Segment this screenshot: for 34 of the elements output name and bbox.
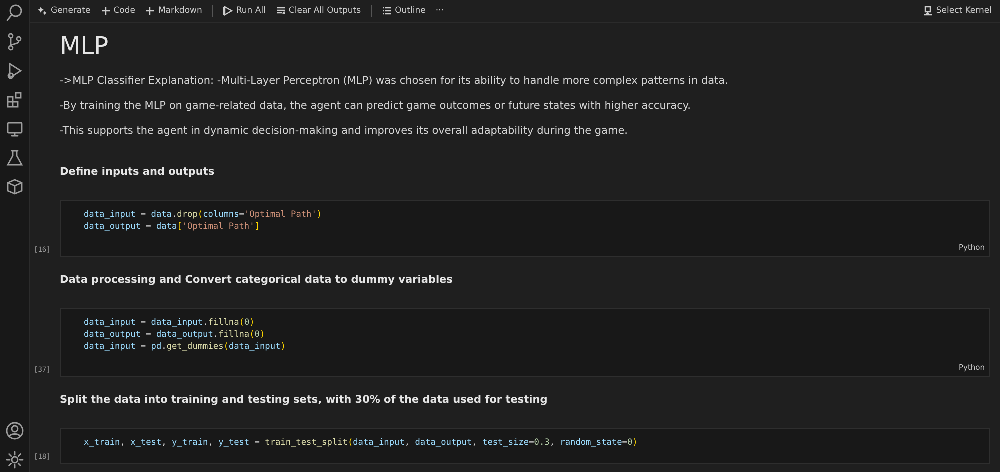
- more-button[interactable]: ···: [436, 6, 444, 16]
- section-heading: Data processing and Convert categorical data to dummy variables: [60, 274, 454, 286]
- paragraph: -This supports the agent in dynamic decision-making and improves its overall adaptability during the game.: [60, 124, 629, 139]
- paragraph: -By training the MLP on game-related data, the agent can predict game outcomes or future states with higher accuracy.: [60, 99, 692, 114]
- select-kernel-button[interactable]: Select Kernel: [923, 6, 992, 16]
- section-heading: Split the data into training and testing sets, with 30% of the data used for testing: [60, 394, 549, 406]
- run-icon: [223, 6, 234, 16]
- plus-icon: [145, 6, 156, 16]
- add-button[interactable]: Markdown: [145, 6, 202, 16]
- clear-icon: [276, 6, 286, 16]
- sparkle-icon: [38, 6, 48, 16]
- code-line: data_output = data['Optimal Path']: [84, 221, 261, 233]
- code-line: data_input = pd.get_dummies(data_input): [84, 341, 287, 353]
- outline-icon: [382, 6, 392, 16]
- outline-button[interactable]: Outline: [382, 6, 426, 16]
- code-line: data_input = data_input.fillna(0): [84, 317, 256, 329]
- clear-outputs-button[interactable]: Clear All Outputs: [276, 6, 362, 16]
- flask-icon[interactable]: [4, 148, 24, 168]
- paragraph: ->MLP Classifier Explanation: -Multi-Layer Perceptron (MLP) was chosen for its ability to handle more complex patterns in data.: [60, 74, 730, 89]
- notebook-title: MLP: [60, 32, 110, 60]
- plus-icon: [100, 6, 111, 16]
- run-all-button[interactable]: Run All: [223, 6, 266, 16]
- generate-button[interactable]: Generate: [38, 6, 91, 16]
- section-heading: Define inputs and outputs: [60, 166, 216, 178]
- extensions-icon[interactable]: [4, 90, 24, 110]
- code-line: data_output = data_output.fillna(0): [84, 329, 266, 341]
- settings-icon[interactable]: [4, 450, 24, 470]
- add-button[interactable]: Code: [100, 6, 136, 16]
- code-line: data_input = data.drop(columns='Optimal Path'): [84, 209, 324, 221]
- server-icon: [923, 6, 934, 16]
- search-icon[interactable]: [4, 3, 24, 23]
- account-icon[interactable]: [4, 421, 24, 441]
- box-icon[interactable]: [4, 177, 24, 197]
- code-line: x_train, x_test, y_train, y_test = train_test_split(data_input, data_output, test_size=0.3, random_state=0): [84, 437, 639, 449]
